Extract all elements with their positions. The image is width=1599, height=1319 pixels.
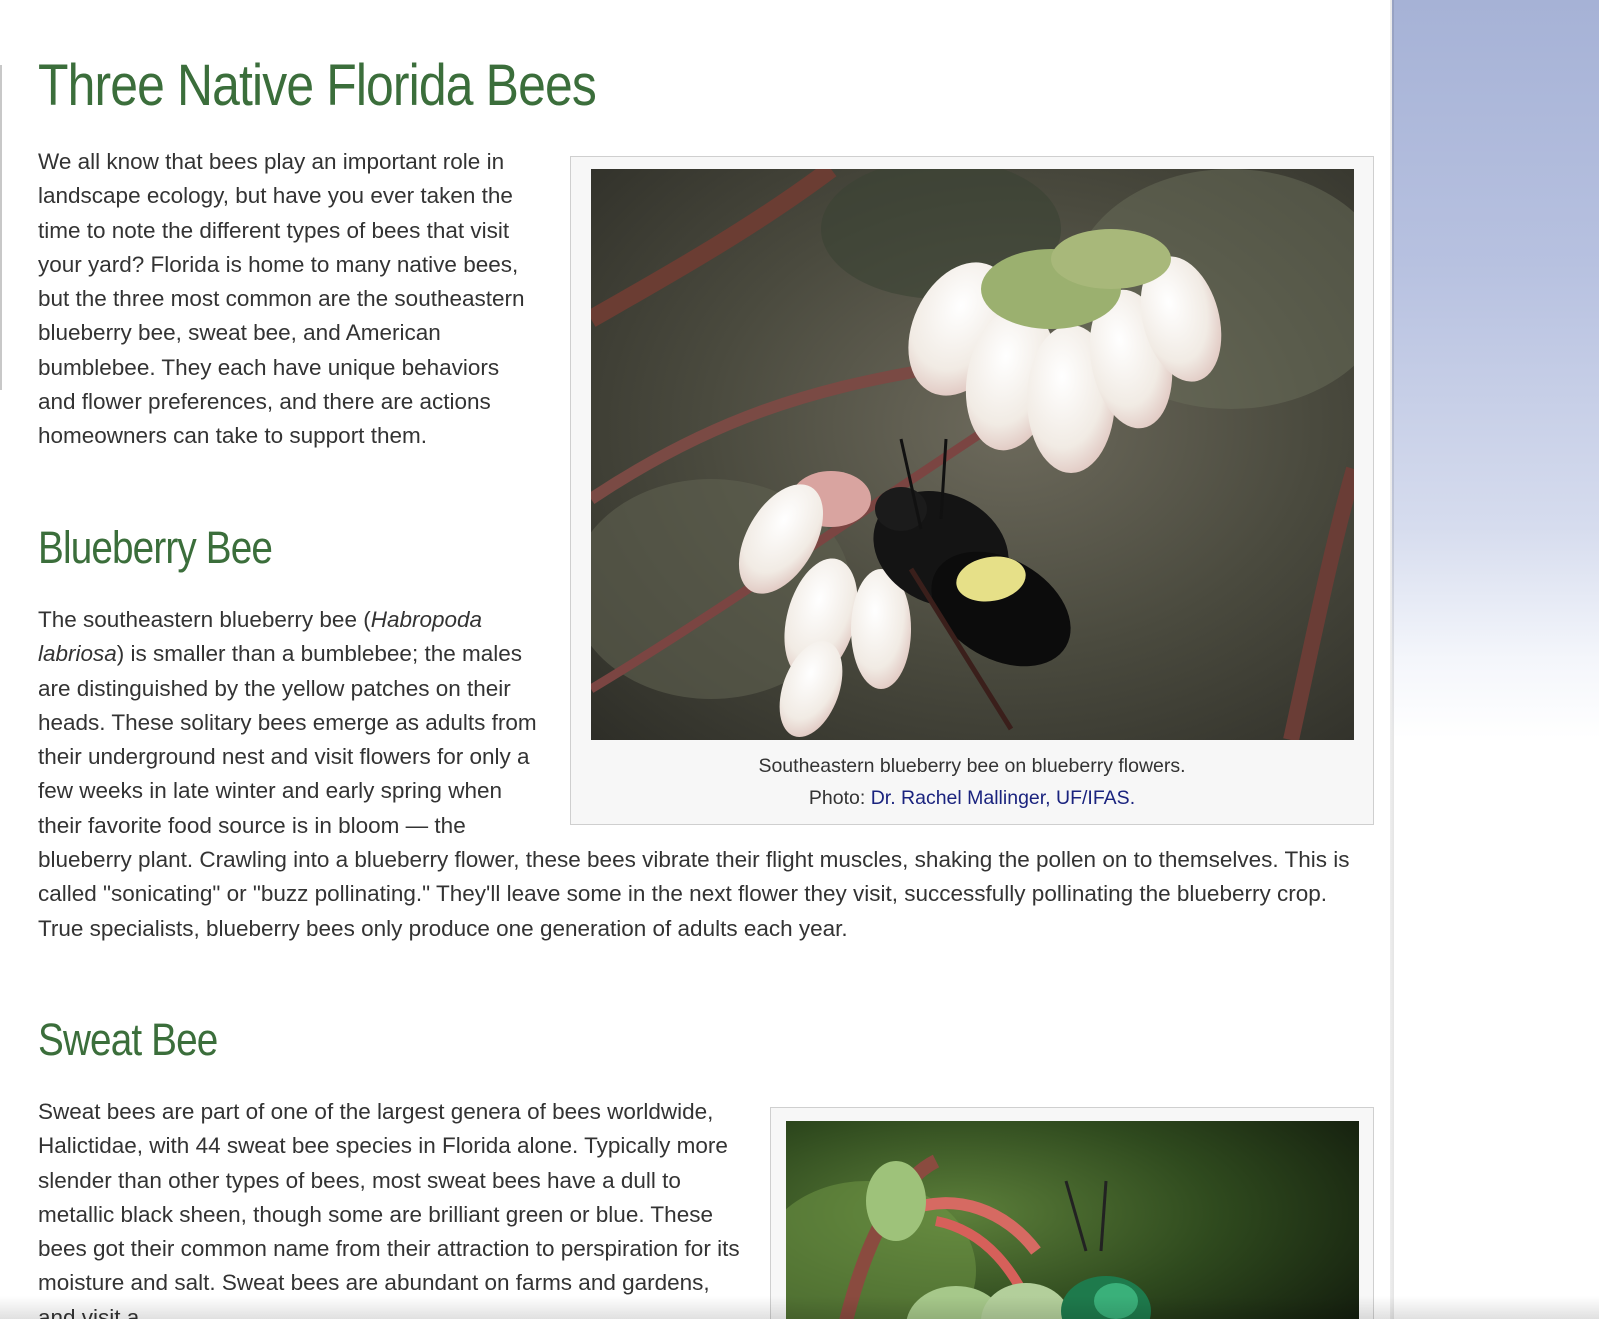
sweat-bee-heading: Sweat Bee bbox=[38, 1014, 218, 1065]
blueberry-bee-caption: Southeastern blueberry bee on blueberry … bbox=[571, 750, 1373, 814]
caption-photo-prefix: Photo: bbox=[808, 787, 871, 809]
article-content: Three Native Florida Bees We all know th… bbox=[0, 0, 1390, 1319]
photo-credit-link[interactable]: Dr. Rachel Mallinger, UF/IFAS. bbox=[871, 787, 1135, 809]
left-divider bbox=[0, 65, 2, 390]
page-side-background bbox=[1392, 0, 1599, 1319]
sweat-bee-paragraph: Sweat bees are part of one of the larges… bbox=[38, 1099, 740, 1319]
intro-paragraph: We all know that bees play an important … bbox=[38, 149, 525, 449]
blueberry-bee-heading: Blueberry Bee bbox=[38, 522, 273, 573]
blueberry-text-before: The southeastern blueberry bee ( bbox=[38, 607, 371, 632]
sweat-bee-photo[interactable] bbox=[786, 1121, 1359, 1319]
caption-line-1: Southeastern blueberry bee on blueberry … bbox=[758, 755, 1186, 777]
sweat-bee-photo-image bbox=[786, 1121, 1359, 1319]
sweat-bee-figure bbox=[770, 1107, 1374, 1319]
caption-line-2: Photo: Dr. Rachel Mallinger, UF/IFAS. bbox=[571, 782, 1373, 814]
page-title: Three Native Florida Bees bbox=[38, 53, 597, 118]
blueberry-bee-photo[interactable] bbox=[591, 169, 1354, 740]
blueberry-bee-photo-image bbox=[591, 169, 1354, 740]
blueberry-bee-figure: Southeastern blueberry bee on blueberry … bbox=[570, 156, 1374, 825]
